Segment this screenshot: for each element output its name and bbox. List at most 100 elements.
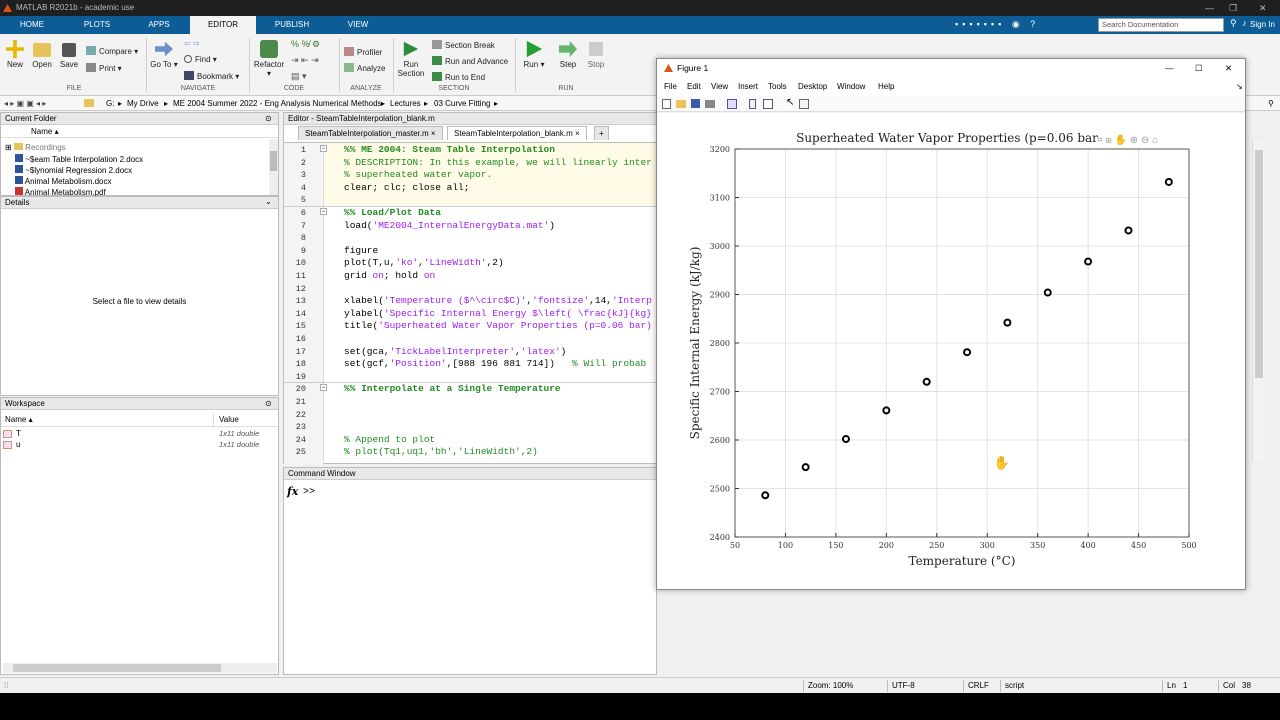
back-forward-icons[interactable]: ⇦ ⇨ [184,39,200,48]
menu-insert[interactable]: Insert [738,78,758,96]
minimize-button[interactable]: — [1205,0,1214,16]
close-button[interactable]: ✕ [1225,59,1232,78]
tab-plots[interactable]: PLOTS [78,16,116,34]
tab-publish[interactable]: PUBLISH [270,16,314,34]
run-section-button[interactable]: Run Section [396,40,426,78]
analyze-button[interactable]: Analyze [344,63,385,73]
link-icon[interactable] [727,99,737,109]
line-number[interactable]: 25 [284,447,306,457]
menu-window[interactable]: Window [837,78,865,96]
line-number[interactable]: 19 [284,372,306,382]
line-number[interactable]: 12 [284,284,306,294]
line-number[interactable]: 1 [284,145,306,155]
code-line[interactable]: plot(T,u,'ko','LineWidth',2) [344,257,504,268]
scrollbar[interactable] [3,663,277,673]
profiler-button[interactable]: Profiler [344,47,382,57]
breadcrumb-my-drive[interactable]: My Drive [127,96,159,111]
refactor-button[interactable]: Refactor ▾ [252,40,286,78]
line-number[interactable]: 24 [284,435,306,445]
line-number[interactable]: 5 [284,195,306,205]
line-number[interactable]: 17 [284,347,306,357]
nav-arrows-icons[interactable]: ◂ ▸ ▣ ▣ ◂ ▸ [4,96,46,111]
chevron-down-icon[interactable]: ⌄ [265,197,272,206]
code-line[interactable]: set(gcf,'Position',[988 196 881 714]) % … [344,358,646,369]
search-input[interactable]: Search Documentation [1098,18,1224,32]
indent-icons[interactable]: ⇥ ⇤ ⇥ [291,55,319,66]
restore-button[interactable]: ❐ [1229,0,1237,16]
tab-apps[interactable]: APPS [140,16,178,34]
scrollbar[interactable] [269,139,278,195]
tab-home[interactable]: HOME [12,16,52,34]
axes-toolbar-icons[interactable]: ⌗ ⊞ ✋ ⊕ ⊖ ⌂ [1097,133,1158,146]
line-number[interactable]: 18 [284,359,306,369]
bell-icon[interactable]: ♪ [1242,18,1247,28]
figure-window[interactable]: Figure 1 — ☐ ✕ File Edit View Insert Too… [656,58,1246,590]
tab-blank-file[interactable]: SteamTableInterpolation_blank.m × [447,126,587,140]
code-line[interactable]: xlabel('Temperature ($^\circ$C)','fontsi… [344,295,652,306]
menu-view[interactable]: View [711,78,728,96]
breadcrumb-lectures[interactable]: Lectures [390,96,421,111]
tab-editor[interactable]: EDITOR [190,16,256,34]
open-icon[interactable] [676,100,686,108]
table-row[interactable]: T 1x11 double [3,429,277,440]
quick-access-icons[interactable]: ▪▪▪▪▪▪▪ ◉ ? [955,19,1039,30]
dock-icon[interactable]: ↘ [1236,78,1243,96]
line-number[interactable]: 7 [284,221,306,231]
goto-button[interactable]: Go To ▾ [150,40,178,69]
code-line[interactable]: figure [344,245,378,256]
fx-icon[interactable]: fx [287,485,298,498]
line-number[interactable]: 22 [284,410,306,420]
line-number[interactable]: 9 [284,246,306,256]
line-number[interactable]: 23 [284,422,306,432]
code-line[interactable]: % Append to plot [344,434,435,445]
line-number[interactable]: 8 [284,233,306,243]
save-icon[interactable] [691,99,700,108]
compare-button[interactable]: Compare ▾ [86,46,138,56]
code-line[interactable]: clear; clc; close all; [344,182,469,193]
panel-menu-icon[interactable]: ⊙ [265,114,272,123]
fold-toggle-icon[interactable]: − [320,384,327,392]
plot-area[interactable]: 50 100 150 200 250 300 350 400 450 500 2400 2500 260… [657,113,1245,589]
line-number[interactable]: 6 [284,208,306,218]
breadcrumb-folder[interactable]: 03 Curve Fitting [434,96,490,111]
legend-icon[interactable] [763,99,773,109]
step-button[interactable]: Step [556,40,580,69]
figure-titlebar[interactable]: Figure 1 — ☐ ✕ [657,59,1245,78]
code-line[interactable]: % plot(Tq1,uq1,'bh','LineWidth',2) [344,446,538,457]
code-line[interactable]: ylabel('Specific Internal Energy $\left(… [344,308,652,319]
code-line[interactable]: % DESCRIPTION: In this example, we will … [344,157,652,168]
open-button[interactable]: Open [30,40,54,69]
table-row[interactable]: u 1x11 double [3,440,277,451]
run-to-end-button[interactable]: Run to End [432,72,485,82]
line-number[interactable]: 16 [284,334,306,344]
new-figure-icon[interactable] [662,99,671,109]
panel-menu-icon[interactable]: ⊙ [265,399,272,408]
menu-edit[interactable]: Edit [687,78,701,96]
bookmark-button[interactable]: Bookmark ▾ [184,71,239,81]
close-icon[interactable]: × [575,129,580,138]
maximize-button[interactable]: ☐ [1195,59,1203,78]
command-window[interactable]: Command Window fx >> [283,467,657,675]
run-and-advance-button[interactable]: Run and Advance [432,56,508,66]
line-number[interactable]: 10 [284,258,306,268]
line-number[interactable]: 11 [284,271,306,281]
new-button[interactable]: New [4,40,26,69]
search-icon[interactable]: ⚲ [1230,18,1237,29]
line-number[interactable]: 14 [284,309,306,319]
line-number[interactable]: 2 [284,158,306,168]
code-line[interactable]: set(gca,'TickLabelInterpreter','latex') [344,346,566,357]
line-number[interactable]: 13 [284,296,306,306]
find-button[interactable]: Find ▾ [184,55,217,64]
line-number[interactable]: 15 [284,321,306,331]
property-editor-icon[interactable] [799,99,809,109]
close-button[interactable]: ✕ [1259,0,1267,16]
menu-help[interactable]: Help [878,78,894,96]
scatter-chart[interactable]: 50 100 150 200 250 300 350 400 450 500 2400 2500 260… [657,113,1245,589]
list-item[interactable]: Animal Metabolism.docx [15,176,111,186]
workspace-header[interactable]: Name ▴ Value [1,414,278,427]
code-tools-icons[interactable]: % %̸ ⚙ [291,39,320,50]
code-line[interactable]: load('ME2004_InternalEnergyData.mat') [344,220,555,231]
fold-toggle-icon[interactable]: − [320,208,327,215]
code-line[interactable]: grid on; hold on [344,270,435,281]
code-line[interactable]: %% Interpolate at a Single Temperature [344,383,561,394]
